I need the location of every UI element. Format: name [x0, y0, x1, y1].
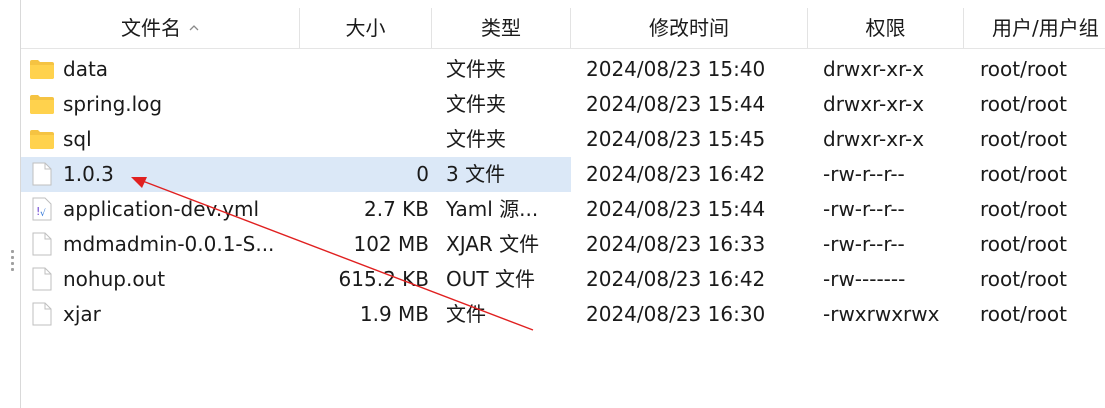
file-name: data [63, 57, 109, 81]
file-owner: root/root [980, 57, 1067, 81]
file-name: mdmadmin-0.0.1-S... [63, 232, 275, 256]
file-size: 0 [416, 162, 429, 186]
yaml-file-icon: ! √ [29, 197, 55, 221]
file-permissions: -rw------- [823, 267, 906, 291]
folder-icon [29, 127, 55, 151]
file-permissions: -rwxrwxrwx [823, 302, 940, 326]
column-header-size-label: 大小 [345, 16, 386, 40]
file-size: 102 MB [353, 232, 429, 256]
file-size: 2.7 KB [364, 197, 429, 221]
folder-icon [29, 92, 55, 116]
file-list-pane: 文件名 大小 类型 修改时间 权限 用户/用户组 data 文件夹 2024/08/… [0, 0, 1105, 408]
file-modified: 2024/08/23 16:30 [586, 302, 766, 326]
file-owner: root/root [980, 267, 1067, 291]
file-modified: 2024/08/23 16:42 [586, 267, 766, 291]
file-row[interactable]: 1.0.3 0 3 文件 2024/08/23 16:42 -rw-r--r-- root… [21, 157, 1105, 192]
file-owner: root/root [980, 302, 1067, 326]
file-modified: 2024/08/23 16:33 [586, 232, 766, 256]
column-header-modified-label: 修改时间 [649, 16, 729, 40]
file-name: nohup.out [63, 267, 166, 291]
column-header-owner[interactable]: 用户/用户组 [964, 8, 1105, 48]
file-icon [29, 232, 55, 256]
file-icon [29, 267, 55, 291]
column-header-owner-label: 用户/用户组 [992, 16, 1099, 40]
file-type: 3 文件 [446, 162, 506, 186]
file-row[interactable]: data 文件夹 2024/08/23 15:40 drwxr-xr-x root/ro… [21, 52, 1105, 87]
file-row[interactable]: xjar 1.9 MB 文件 2024/08/23 16:30 -rwxrwxrwx ro… [21, 297, 1105, 332]
file-size: 1.9 MB [359, 302, 429, 326]
file-owner: root/root [980, 232, 1067, 256]
file-name: spring.log [63, 92, 163, 116]
file-permissions: -rw-r--r-- [823, 162, 905, 186]
column-header-row: 文件名 大小 类型 修改时间 权限 用户/用户组 [21, 8, 1105, 49]
column-header-permissions-label: 权限 [865, 16, 906, 40]
file-permissions: -rw-r--r-- [823, 232, 905, 256]
file-type: 文件 [446, 302, 486, 326]
pane-splitter[interactable] [0, 0, 21, 408]
svg-text:√: √ [40, 208, 46, 219]
file-modified: 2024/08/23 16:42 [586, 162, 766, 186]
column-header-type-label: 类型 [481, 16, 521, 40]
folder-icon [29, 57, 55, 81]
file-permissions: -rw-r--r-- [823, 197, 905, 221]
column-header-name-label: 文件名 [121, 16, 181, 40]
file-owner: root/root [980, 127, 1067, 151]
file-owner: root/root [980, 162, 1067, 186]
file-row[interactable]: mdmadmin-0.0.1-S... 102 MB XJAR 文件 2024/08/… [21, 227, 1105, 262]
column-header-name[interactable]: 文件名 [21, 8, 300, 48]
file-row[interactable]: nohup.out 615.2 KB OUT 文件 2024/08/23 16:42 -… [21, 262, 1105, 297]
file-name: application-dev.yml [63, 197, 260, 221]
file-row[interactable]: spring.log 文件夹 2024/08/23 15:44 drwxr-xr-x r… [21, 87, 1105, 122]
file-permissions: drwxr-xr-x [823, 57, 925, 81]
file-owner: root/root [980, 197, 1067, 221]
file-modified: 2024/08/23 15:44 [586, 92, 766, 116]
file-modified: 2024/08/23 15:44 [586, 197, 766, 221]
file-type: Yaml 源... [446, 197, 539, 221]
file-icon [29, 162, 55, 186]
file-name: xjar [63, 302, 101, 326]
column-header-type[interactable]: 类型 [432, 8, 571, 48]
file-permissions: drwxr-xr-x [823, 92, 925, 116]
file-modified: 2024/08/23 15:40 [586, 57, 766, 81]
file-size: 615.2 KB [338, 267, 429, 291]
file-size [321, 52, 429, 87]
splitter-grip-icon[interactable] [11, 250, 15, 272]
file-type: XJAR 文件 [446, 232, 540, 256]
column-header-size[interactable]: 大小 [300, 8, 432, 48]
file-owner: root/root [980, 92, 1067, 116]
file-row[interactable]: sql 文件夹 2024/08/23 15:45 drwxr-xr-x root/roo… [21, 122, 1105, 157]
sort-ascending-icon [189, 24, 199, 30]
file-name: 1.0.3 [63, 162, 114, 186]
file-type: OUT 文件 [446, 267, 535, 291]
file-type: 文件夹 [446, 57, 506, 81]
column-header-modified[interactable]: 修改时间 [571, 8, 808, 48]
file-row[interactable]: ! √ application-dev.yml 2.7 KB Yaml 源... 2024… [21, 192, 1105, 227]
file-name: sql [63, 127, 92, 151]
file-icon [29, 302, 55, 326]
file-size [321, 122, 429, 157]
file-type: 文件夹 [446, 92, 506, 116]
file-type: 文件夹 [446, 127, 506, 151]
file-modified: 2024/08/23 15:45 [586, 127, 766, 151]
file-size [321, 87, 429, 122]
column-header-permissions[interactable]: 权限 [808, 8, 964, 48]
file-permissions: drwxr-xr-x [823, 127, 925, 151]
